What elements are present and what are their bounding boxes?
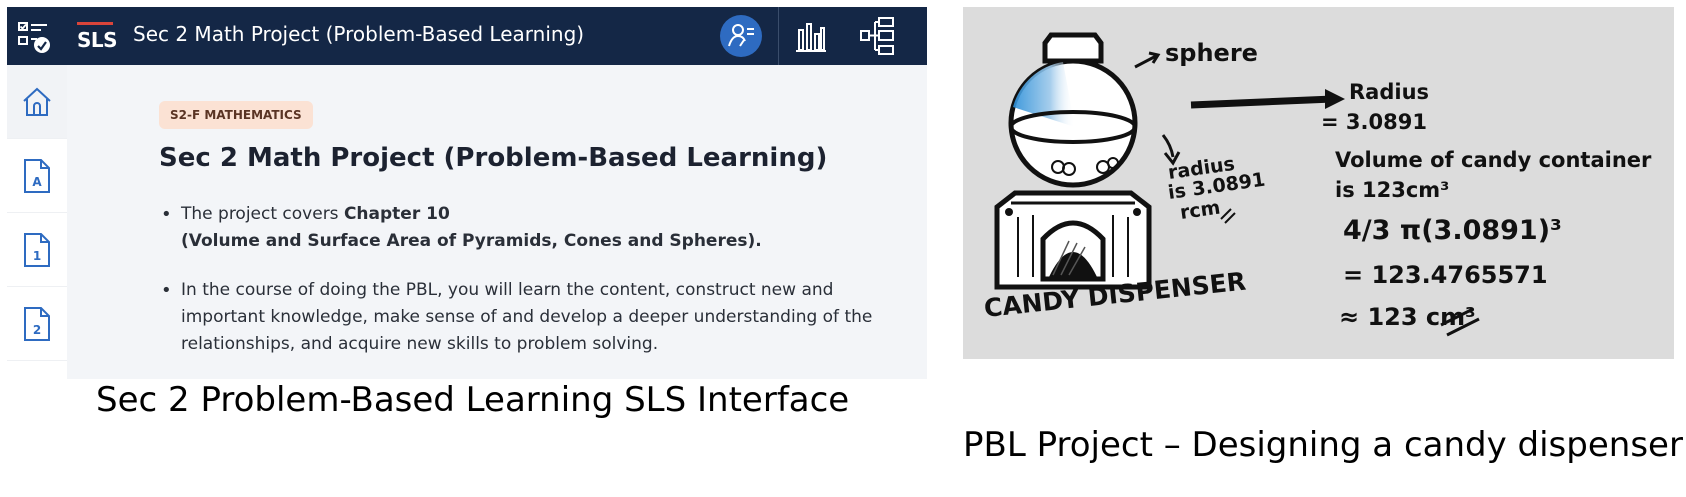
sidebar-item-page-a[interactable]: A xyxy=(7,139,67,213)
formula: 4/3 π(3.0891)³ xyxy=(1343,215,1562,246)
sidebar-item-page-1[interactable]: 1 xyxy=(7,213,67,287)
candy-dispenser-drawing: sphere Radius = 3.0891 radius is 3.0891 … xyxy=(963,7,1674,359)
bar-chart-icon[interactable] xyxy=(793,18,829,54)
page-a-label: A xyxy=(32,175,42,189)
lesson-bullets: The project covers Chapter 10 (Volume an… xyxy=(159,201,899,358)
page-2-label: 2 xyxy=(33,323,41,337)
caption-left: Sec 2 Problem-Based Learning SLS Interfa… xyxy=(96,380,850,420)
bullet-chapter-topics: (Volume and Surface Area of Pyramids, Co… xyxy=(181,231,762,251)
subject-badge: S2-F MATHEMATICS xyxy=(159,101,313,129)
radius-value: = 3.0891 xyxy=(1321,110,1427,134)
page-1-icon: 1 xyxy=(24,232,50,267)
sidebar-item-page-2[interactable]: 2 xyxy=(7,287,67,361)
sls-logo[interactable]: SLS xyxy=(77,22,118,52)
lesson-heading: Sec 2 Math Project (Problem-Based Learni… xyxy=(159,143,828,173)
user-settings-icon[interactable] xyxy=(720,15,762,57)
toolbar-divider xyxy=(778,7,779,65)
bullet-chapter-prefix: The project covers xyxy=(181,204,344,224)
lesson-content: S2-F MATHEMATICS Sec 2 Math Project (Pro… xyxy=(67,65,927,379)
page-title: Sec 2 Math Project (Problem-Based Learni… xyxy=(133,22,585,46)
tree-structure-icon[interactable] xyxy=(859,16,899,56)
top-bar: SLS Sec 2 Math Project (Problem-Based Le… xyxy=(7,7,927,65)
radius-note-3: rcm xyxy=(1179,197,1222,224)
sidebar: A 1 2 xyxy=(7,65,67,379)
bullet-chapter-bold: Chapter 10 xyxy=(343,204,450,224)
volume-line-1: Volume of candy container xyxy=(1335,148,1652,172)
tasks-icon[interactable] xyxy=(17,20,51,54)
home-icon xyxy=(23,87,51,116)
caption-right: PBL Project – Designing a candy dispense… xyxy=(963,425,1683,465)
sls-logo-text: SLS xyxy=(77,28,118,52)
sphere-label: sphere xyxy=(1165,39,1258,67)
bullet-chapter: The project covers Chapter 10 (Volume an… xyxy=(159,201,899,255)
volume-line-2: is 123cm³ xyxy=(1335,178,1449,202)
page-1-label: 1 xyxy=(33,249,41,263)
result: = 123.4765571 xyxy=(1343,261,1548,289)
sls-window: SLS Sec 2 Math Project (Problem-Based Le… xyxy=(7,7,927,379)
bullet-description: In the course of doing the PBL, you will… xyxy=(159,277,899,358)
page-2-icon: 2 xyxy=(24,306,50,341)
radius-label: Radius xyxy=(1349,80,1429,104)
sidebar-item-home[interactable] xyxy=(7,65,67,139)
page-a-icon: A xyxy=(24,158,50,193)
